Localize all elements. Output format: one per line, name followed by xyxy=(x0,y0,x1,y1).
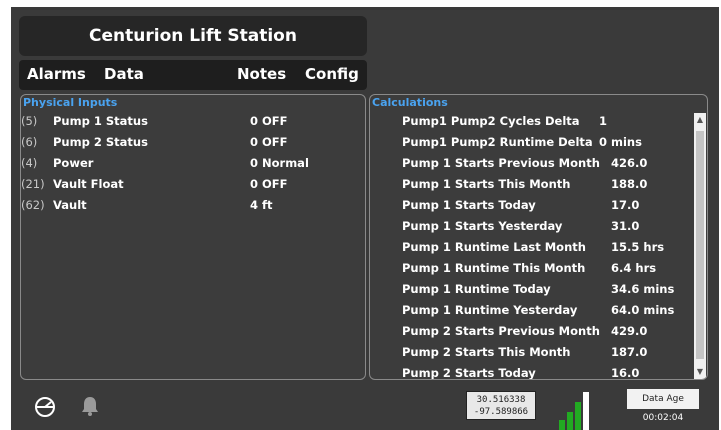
scrollbar-thumb[interactable] xyxy=(696,131,704,359)
calc-name: Pump 1 Starts Previous Month xyxy=(402,156,600,170)
table-row[interactable]: Pump 1 Runtime Today 34.6 mins xyxy=(402,282,692,302)
table-row[interactable]: (21) Vault Float 0 OFF xyxy=(21,177,361,197)
calc-name: Pump1 Pump2 Cycles Delta xyxy=(402,114,580,128)
calc-name: Pump 1 Starts Today xyxy=(402,198,536,212)
table-row[interactable]: (62) Vault 4 ft xyxy=(21,198,361,218)
calc-value: 15.5 hrs xyxy=(611,240,665,254)
table-row[interactable]: (6) Pump 2 Status 0 OFF xyxy=(21,135,361,155)
station-title: Centurion Lift Station xyxy=(19,16,367,56)
input-name: Vault Float xyxy=(53,177,124,191)
table-row[interactable]: (4) Power 0 Normal xyxy=(21,156,361,176)
app-window: Centurion Lift Station Alarms Data Notes… xyxy=(11,7,719,430)
data-age-label: Data Age xyxy=(627,389,699,409)
menu-notes[interactable]: Notes xyxy=(237,65,286,83)
table-row[interactable]: Pump 1 Runtime Last Month 15.5 hrs xyxy=(402,240,692,260)
input-name: Pump 2 Status xyxy=(53,135,148,149)
input-code: (21) xyxy=(21,177,45,191)
calc-value: 17.0 xyxy=(611,198,640,212)
table-row[interactable]: Pump 1 Runtime This Month 6.4 hrs xyxy=(402,261,692,281)
table-row[interactable]: (5) Pump 1 Status 0 OFF xyxy=(21,114,361,134)
data-age-value: 00:02:04 xyxy=(642,413,684,423)
calc-name: Pump 2 Starts This Month xyxy=(402,345,571,359)
menu-alarms[interactable]: Alarms xyxy=(27,65,86,83)
menu-data[interactable]: Data xyxy=(104,65,144,83)
table-row[interactable]: Pump 2 Starts Today 16.0 xyxy=(402,366,692,380)
input-code: (5) xyxy=(21,114,38,128)
calc-name: Pump 2 Starts Previous Month xyxy=(402,324,600,338)
input-code: (6) xyxy=(21,135,38,149)
table-row[interactable]: Pump1 Pump2 Runtime Delta 0 mins xyxy=(402,135,692,155)
input-value: 4 ft xyxy=(250,198,273,212)
calculations-panel: Calculations Pump1 Pump2 Cycles Delta 1 … xyxy=(369,94,708,380)
physical-inputs-header: Physical Inputs xyxy=(23,96,118,109)
data-age-box: Data Age 00:02:04 xyxy=(627,389,699,427)
gps-coordinates: 30.516338 -97.589866 xyxy=(466,391,536,420)
input-value: 0 OFF xyxy=(250,177,288,191)
calc-name: Pump 1 Starts This Month xyxy=(402,177,571,191)
latitude: 30.516338 xyxy=(476,395,526,405)
calc-value: 187.0 xyxy=(611,345,648,359)
input-name: Power xyxy=(53,156,94,170)
calc-name: Pump 1 Starts Yesterday xyxy=(402,219,563,233)
calc-name: Pump 2 Starts Today xyxy=(402,366,536,380)
calc-value: 64.0 mins xyxy=(611,303,675,317)
longitude: -97.589866 xyxy=(473,407,529,417)
input-value: 0 OFF xyxy=(250,135,288,149)
table-row[interactable]: Pump 2 Starts Previous Month 429.0 xyxy=(402,324,692,344)
signal-strength-icon xyxy=(559,383,601,430)
physical-inputs-panel: Physical Inputs (5) Pump 1 Status 0 OFF … xyxy=(20,94,366,380)
menu-bar: Alarms Data Notes Config xyxy=(19,60,367,90)
table-row[interactable]: Pump 1 Runtime Yesterday 64.0 mins xyxy=(402,303,692,323)
table-row[interactable]: Pump 1 Starts Today 17.0 xyxy=(402,198,692,218)
calc-value: 34.6 mins xyxy=(611,282,675,296)
gauge-icon[interactable] xyxy=(33,396,57,422)
calc-value: 16.0 xyxy=(611,366,640,380)
menu-config[interactable]: Config xyxy=(305,65,359,83)
input-value: 0 OFF xyxy=(250,114,288,128)
calc-value: 0 mins xyxy=(599,135,642,149)
status-bar: 30.516338 -97.589866 Data Age 00:02:04 xyxy=(11,383,719,430)
calc-name: Pump 1 Runtime This Month xyxy=(402,261,586,275)
input-name: Vault xyxy=(53,198,87,212)
input-code: (62) xyxy=(21,198,45,212)
calc-name: Pump1 Pump2 Runtime Delta xyxy=(402,135,593,149)
calc-name: Pump 1 Runtime Last Month xyxy=(402,240,586,254)
calc-value: 188.0 xyxy=(611,177,648,191)
input-value: 0 Normal xyxy=(250,156,309,170)
table-row[interactable]: Pump 1 Starts This Month 188.0 xyxy=(402,177,692,197)
calc-value: 426.0 xyxy=(611,156,648,170)
calc-value: 429.0 xyxy=(611,324,648,338)
calc-value: 31.0 xyxy=(611,219,640,233)
input-name: Pump 1 Status xyxy=(53,114,148,128)
calculations-scrollbar[interactable]: ▲ ▼ xyxy=(694,113,706,379)
table-row[interactable]: Pump 1 Starts Previous Month 426.0 xyxy=(402,156,692,176)
scroll-down-icon[interactable]: ▼ xyxy=(694,365,706,379)
bell-icon[interactable] xyxy=(80,395,100,421)
calc-name: Pump 1 Runtime Today xyxy=(402,282,551,296)
calc-value: 1 xyxy=(599,114,608,128)
table-row[interactable]: Pump 1 Starts Yesterday 31.0 xyxy=(402,219,692,239)
calc-value: 6.4 hrs xyxy=(611,261,657,275)
calculations-header: Calculations xyxy=(372,96,448,109)
input-code: (4) xyxy=(21,156,38,170)
table-row[interactable]: Pump 2 Starts This Month 187.0 xyxy=(402,345,692,365)
table-row[interactable]: Pump1 Pump2 Cycles Delta 1 xyxy=(402,114,692,134)
scroll-up-icon[interactable]: ▲ xyxy=(694,113,706,127)
calc-name: Pump 1 Runtime Yesterday xyxy=(402,303,578,317)
